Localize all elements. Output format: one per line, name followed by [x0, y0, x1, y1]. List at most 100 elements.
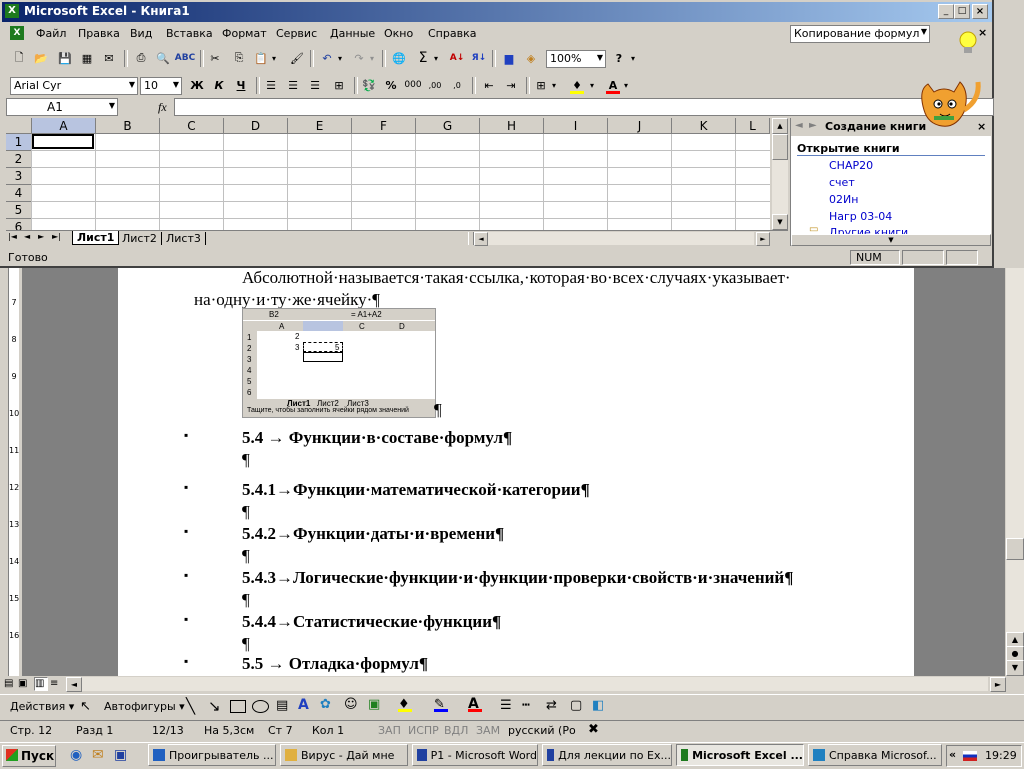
copy-icon[interactable]: ⎘: [230, 50, 248, 66]
clipart-icon[interactable]: ☺: [344, 697, 358, 712]
line-icon[interactable]: ╲: [186, 697, 195, 715]
prev-sheet-icon[interactable]: ◄: [24, 232, 30, 241]
menu-edit[interactable]: Правка: [78, 27, 120, 40]
menu-view[interactable]: Вид: [130, 27, 152, 40]
print-icon[interactable]: ⎙: [132, 50, 150, 66]
bold-button[interactable]: Ж: [188, 77, 206, 93]
new-icon[interactable]: 🗋: [10, 50, 28, 66]
autosum-icon[interactable]: Σ: [414, 50, 432, 66]
undo-icon[interactable]: ↶: [318, 50, 336, 66]
decrease-indent-icon[interactable]: ⇤: [480, 77, 498, 93]
last-sheet-icon[interactable]: ►|: [52, 232, 61, 241]
taskbar-item[interactable]: Проигрыватель ...: [148, 744, 276, 766]
menu-insert[interactable]: Вставка: [166, 27, 213, 40]
help-icon[interactable]: ?: [610, 50, 628, 66]
recent-file-2[interactable]: счет: [829, 176, 855, 189]
menu-tools[interactable]: Сервис: [276, 27, 317, 40]
menu-window[interactable]: Окно: [384, 27, 413, 40]
col-header-i[interactable]: I: [544, 118, 608, 134]
lightbulb-icon[interactable]: [958, 30, 978, 56]
undo-dropdown-icon[interactable]: ▾: [336, 50, 344, 66]
doc-icon[interactable]: X: [10, 26, 24, 40]
recent-file-1[interactable]: CHAP20: [829, 159, 873, 172]
diagram-icon[interactable]: ✿: [320, 697, 331, 712]
col-header-e[interactable]: E: [288, 118, 352, 134]
excel-vertical-scrollbar[interactable]: ▲ ▼: [772, 118, 788, 230]
taskbar-item[interactable]: Справка Microsof...: [808, 744, 942, 766]
drawing-icon[interactable]: ◈: [522, 50, 540, 66]
taskbar-item[interactable]: Microsoft Excel ...: [676, 744, 804, 766]
textbox-icon[interactable]: ▤: [276, 698, 288, 713]
excel-title-bar[interactable]: X Microsoft Excel - Книга1 _ □ ×: [2, 2, 992, 22]
taskbar-item[interactable]: P1 - Microsoft Word: [412, 744, 538, 766]
increase-indent-icon[interactable]: ⇥: [502, 77, 520, 93]
fill-dropdown-icon[interactable]: ▾: [588, 77, 596, 93]
more-workbooks-link[interactable]: Другие книги...: [829, 226, 919, 234]
status-ext[interactable]: ВДЛ: [444, 722, 468, 739]
status-ovr[interactable]: ЗАМ: [476, 722, 500, 739]
select-all-corner[interactable]: [6, 118, 32, 134]
task-pane-scroll-down[interactable]: ▼: [791, 234, 991, 246]
fx-icon[interactable]: fx: [158, 100, 167, 115]
open-icon[interactable]: 📂: [32, 50, 50, 66]
merge-center-icon[interactable]: ⊞: [330, 77, 348, 93]
menu-file[interactable]: Файл: [36, 27, 66, 40]
spelling-icon[interactable]: ABC: [175, 50, 195, 66]
redo-dropdown-icon[interactable]: ▾: [368, 50, 376, 66]
hscroll-left-arrow[interactable]: ◄: [66, 677, 82, 692]
recent-file-3[interactable]: 02Ин: [829, 193, 858, 206]
vscroll-up-arrow[interactable]: ▲: [772, 118, 788, 134]
help-question-box[interactable]: Копирование формул ▼: [790, 25, 930, 43]
underline-button[interactable]: Ч: [232, 77, 250, 93]
hscroll-excel-left[interactable]: ◄: [474, 232, 488, 246]
oval-icon[interactable]: [252, 700, 269, 713]
line-color-icon[interactable]: ✎: [434, 697, 448, 712]
vscroll-down-arrow[interactable]: ▼: [772, 214, 788, 230]
quicklaunch-browser-icon[interactable]: ◉: [70, 747, 82, 763]
sheet-tab-3[interactable]: Лист3: [162, 232, 206, 245]
tray-expand[interactable]: «: [949, 748, 956, 761]
fill-color-icon[interactable]: ♦: [398, 697, 412, 712]
quicklaunch-desktop-icon[interactable]: ▣: [114, 747, 127, 763]
actions-menu[interactable]: Действия ▾: [10, 700, 74, 713]
col-header-l[interactable]: L: [736, 118, 770, 134]
increase-decimal-icon[interactable]: ,00: [426, 77, 444, 93]
status-trk[interactable]: ИСПР: [408, 722, 439, 739]
autosum-dropdown-icon[interactable]: ▾: [432, 50, 440, 66]
maximize-button[interactable]: □: [954, 4, 970, 19]
font-size-select[interactable]: 10 ▼: [140, 77, 182, 95]
spelling-status-icon[interactable]: ✖: [588, 722, 599, 737]
paste-dropdown-icon[interactable]: ▾: [270, 50, 278, 66]
recent-file-4[interactable]: Нагр 03-04: [829, 210, 892, 223]
row-header-3[interactable]: 3: [6, 168, 32, 185]
heading-item[interactable]: 5.4.4→Статистические·функции¶: [242, 612, 501, 632]
embedded-excel-image[interactable]: B2 = A1+A2 A B C D 1 2 3 4 5 6 2 3 5 Лис…: [242, 308, 436, 418]
word-scroll-thumb[interactable]: [1006, 538, 1024, 560]
sort-descending-icon[interactable]: Я↓: [470, 50, 488, 66]
taskbar-item[interactable]: Для лекции по Ex...: [542, 744, 672, 766]
heading-item[interactable]: 5.4.1→Функции·математической·категории¶: [242, 480, 590, 500]
sheet-tab-2[interactable]: Лист2: [118, 232, 162, 245]
col-header-a[interactable]: A: [32, 118, 96, 134]
menu-help[interactable]: Справка: [428, 27, 476, 40]
format-painter-icon[interactable]: 🖌: [288, 50, 306, 66]
heading-item[interactable]: 5.4.2→Функции·даты·и·времени¶: [242, 524, 504, 544]
zoom-select[interactable]: 100% ▼: [546, 50, 606, 68]
align-left-icon[interactable]: ☰: [262, 77, 280, 93]
arrow-style-icon[interactable]: ⇄: [546, 698, 557, 713]
office-assistant-cat[interactable]: [914, 70, 994, 130]
word-vertical-scrollbar[interactable]: ▲ ● ▼: [1005, 268, 1024, 676]
name-box[interactable]: A1 ▼: [6, 98, 118, 116]
borders-dropdown-icon[interactable]: ▾: [550, 77, 558, 93]
3d-icon[interactable]: ◧: [592, 698, 604, 713]
menu-format[interactable]: Формат: [222, 27, 267, 40]
picture-icon[interactable]: ▣: [368, 697, 380, 712]
worksheet-grid[interactable]: [6, 118, 770, 230]
col-header-h[interactable]: H: [480, 118, 544, 134]
decrease-decimal-icon[interactable]: ,0: [448, 77, 466, 93]
view-print-layout-icon[interactable]: ▥: [34, 677, 48, 691]
task-pane-title[interactable]: Создание книги: [825, 120, 926, 133]
col-header-c[interactable]: C: [160, 118, 224, 134]
heading-item[interactable]: 5.4.3→Логические·функции·и·функции·прове…: [242, 568, 793, 588]
toolbar-options-icon[interactable]: ▾: [628, 50, 638, 66]
